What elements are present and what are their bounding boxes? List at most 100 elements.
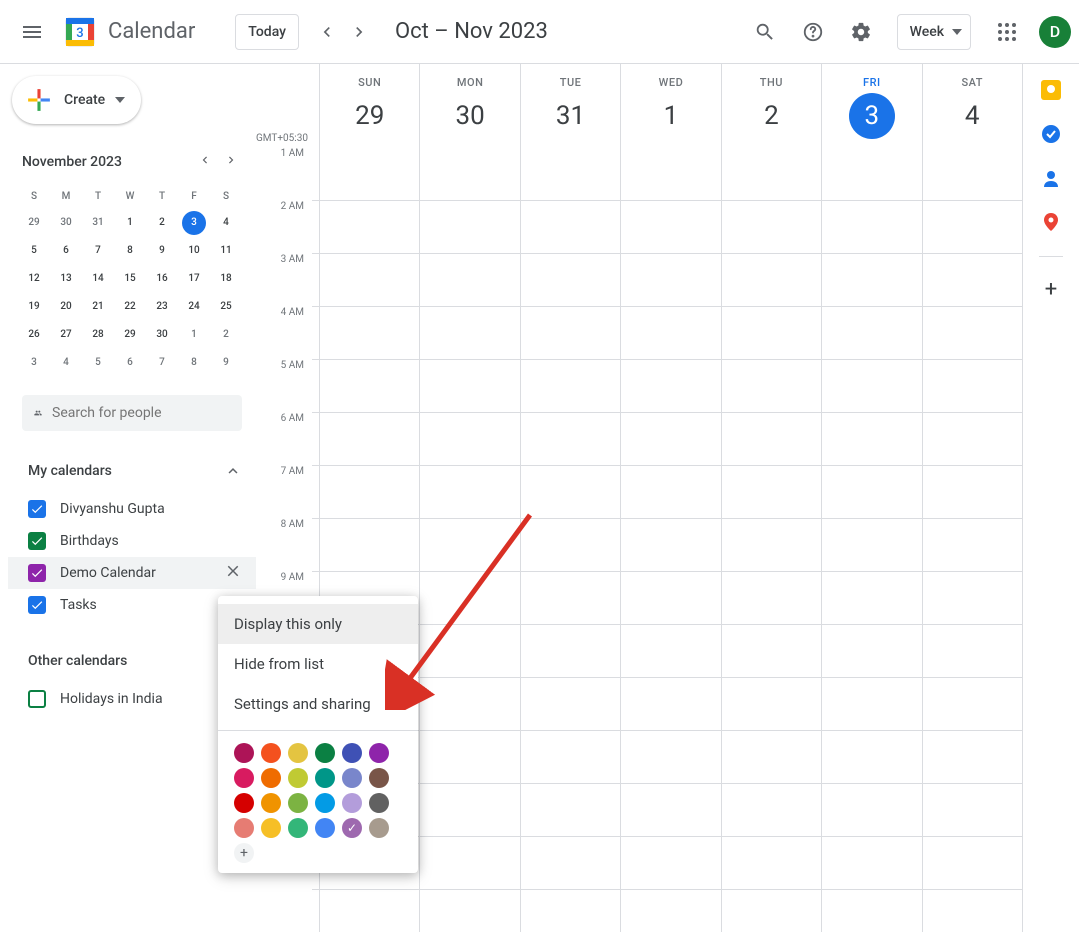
- mini-day[interactable]: 31: [82, 211, 114, 239]
- color-swatch[interactable]: [288, 793, 308, 813]
- add-color-button[interactable]: +: [234, 843, 254, 863]
- color-swatch[interactable]: [234, 793, 254, 813]
- calendar-checkbox[interactable]: [28, 500, 46, 518]
- calendar-item[interactable]: Birthdays: [8, 525, 256, 557]
- main-menu-button[interactable]: [8, 8, 56, 56]
- calendar-checkbox[interactable]: [28, 532, 46, 550]
- color-swatch[interactable]: [261, 818, 281, 838]
- account-avatar[interactable]: D: [1039, 16, 1071, 48]
- calendar-checkbox[interactable]: [28, 564, 46, 582]
- maps-icon[interactable]: [1041, 212, 1061, 236]
- mini-day[interactable]: 6: [50, 239, 82, 267]
- search-people-field[interactable]: [22, 395, 242, 431]
- mini-day[interactable]: 19: [18, 295, 50, 323]
- mini-day[interactable]: 7: [82, 239, 114, 267]
- mini-day[interactable]: 9: [210, 351, 242, 379]
- day-header[interactable]: FRI3: [822, 64, 922, 148]
- mini-day[interactable]: 14: [82, 267, 114, 295]
- menu-item[interactable]: Display this only: [218, 604, 418, 644]
- menu-item[interactable]: Settings and sharing: [218, 684, 418, 724]
- color-swatch[interactable]: [288, 768, 308, 788]
- calendar-checkbox[interactable]: [28, 596, 46, 614]
- mini-day[interactable]: 17: [178, 267, 210, 295]
- mini-day[interactable]: 2: [210, 323, 242, 351]
- day-number[interactable]: 29: [347, 93, 393, 139]
- mini-day[interactable]: 4: [210, 211, 242, 239]
- keep-icon[interactable]: [1041, 80, 1061, 104]
- day-number[interactable]: 31: [548, 93, 594, 139]
- mini-day[interactable]: 13: [50, 267, 82, 295]
- color-swatch[interactable]: [342, 818, 362, 838]
- settings-button[interactable]: [837, 8, 885, 56]
- mini-day[interactable]: 2: [146, 211, 178, 239]
- search-button[interactable]: [741, 8, 789, 56]
- mini-day[interactable]: 16: [146, 267, 178, 295]
- color-swatch[interactable]: [234, 818, 254, 838]
- mini-day[interactable]: 23: [146, 295, 178, 323]
- day-number[interactable]: 3: [849, 93, 895, 139]
- day-column[interactable]: [923, 148, 1022, 932]
- day-column[interactable]: [420, 148, 520, 932]
- mini-day[interactable]: 12: [18, 267, 50, 295]
- color-swatch[interactable]: [342, 793, 362, 813]
- color-swatch[interactable]: [234, 768, 254, 788]
- mini-day[interactable]: 28: [82, 323, 114, 351]
- mini-day[interactable]: 11: [210, 239, 242, 267]
- color-swatch[interactable]: [369, 818, 389, 838]
- mini-day[interactable]: 21: [82, 295, 114, 323]
- mini-day[interactable]: 30: [50, 211, 82, 239]
- mini-day[interactable]: 22: [114, 295, 146, 323]
- mini-day[interactable]: 27: [50, 323, 82, 351]
- mini-day[interactable]: 18: [210, 267, 242, 295]
- calendar-item[interactable]: Demo Calendar: [8, 557, 256, 589]
- my-calendars-header[interactable]: My calendars: [8, 455, 256, 487]
- day-column[interactable]: [521, 148, 621, 932]
- mini-day[interactable]: 6: [114, 351, 146, 379]
- color-swatch[interactable]: [315, 768, 335, 788]
- color-swatch[interactable]: [315, 743, 335, 763]
- mini-day[interactable]: 8: [178, 351, 210, 379]
- tasks-icon[interactable]: [1041, 124, 1061, 148]
- support-button[interactable]: [789, 8, 837, 56]
- color-swatch[interactable]: [342, 743, 362, 763]
- mini-day[interactable]: 3: [178, 211, 210, 239]
- contacts-icon[interactable]: [1041, 168, 1061, 192]
- day-number[interactable]: 4: [949, 93, 995, 139]
- color-swatch[interactable]: [369, 768, 389, 788]
- mini-day[interactable]: 29: [18, 211, 50, 239]
- color-swatch[interactable]: [261, 793, 281, 813]
- next-week-button[interactable]: [343, 16, 375, 48]
- color-swatch[interactable]: [261, 768, 281, 788]
- day-column[interactable]: [722, 148, 822, 932]
- search-people-input[interactable]: [52, 405, 230, 421]
- day-header[interactable]: TUE31: [521, 64, 621, 148]
- mini-day[interactable]: 26: [18, 323, 50, 351]
- get-addons-button[interactable]: +: [1045, 277, 1057, 302]
- day-header[interactable]: WED1: [621, 64, 721, 148]
- mini-cal-prev[interactable]: [194, 148, 216, 175]
- mini-day[interactable]: 20: [50, 295, 82, 323]
- mini-day[interactable]: 29: [114, 323, 146, 351]
- mini-day[interactable]: 3: [18, 351, 50, 379]
- day-column[interactable]: [621, 148, 721, 932]
- mini-day[interactable]: 5: [18, 239, 50, 267]
- close-icon[interactable]: [224, 562, 242, 584]
- mini-day[interactable]: 25: [210, 295, 242, 323]
- color-swatch[interactable]: [315, 818, 335, 838]
- color-swatch[interactable]: [234, 743, 254, 763]
- view-switcher-button[interactable]: Week: [897, 14, 971, 50]
- mini-day[interactable]: 4: [50, 351, 82, 379]
- calendar-checkbox[interactable]: [28, 690, 46, 708]
- color-swatch[interactable]: [369, 743, 389, 763]
- color-swatch[interactable]: [315, 793, 335, 813]
- day-number[interactable]: 2: [748, 93, 794, 139]
- mini-day[interactable]: 24: [178, 295, 210, 323]
- mini-day[interactable]: 5: [82, 351, 114, 379]
- mini-cal-next[interactable]: [220, 148, 242, 175]
- mini-day[interactable]: 30: [146, 323, 178, 351]
- day-header[interactable]: MON30: [420, 64, 520, 148]
- mini-day[interactable]: 10: [178, 239, 210, 267]
- day-number[interactable]: 30: [447, 93, 493, 139]
- mini-day[interactable]: 9: [146, 239, 178, 267]
- day-number[interactable]: 1: [648, 93, 694, 139]
